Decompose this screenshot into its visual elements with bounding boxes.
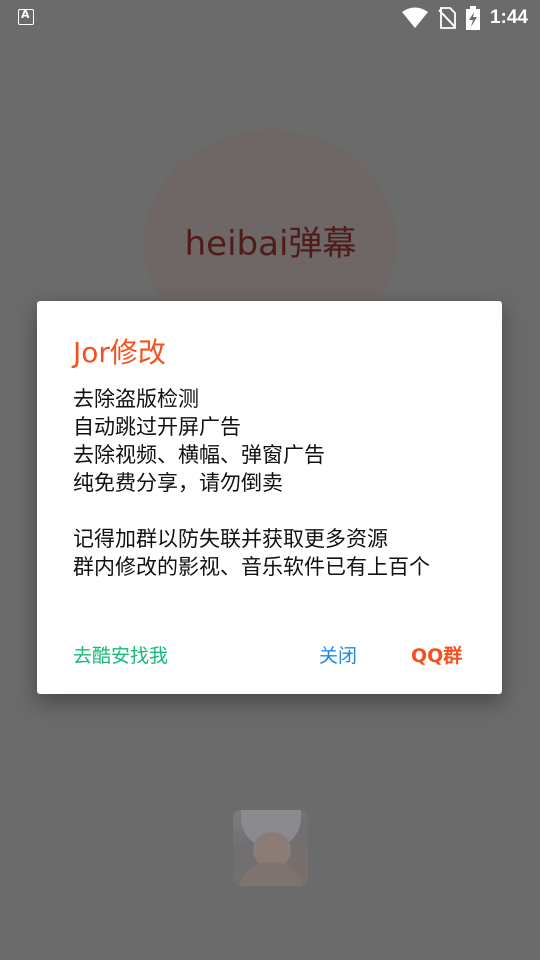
avatar-body-shape [239, 862, 303, 886]
app-logo-text: heibai弹幕 [184, 224, 357, 264]
message-line: 纯免费分享，请勿倒卖 [73, 471, 283, 495]
battery-charging-icon [465, 6, 480, 30]
notice-dialog: Jor修改 去除盗版检测 自动跳过开屏广告 去除视频、横幅、弹窗广告 纯免费分享… [37, 301, 502, 694]
clock-time: 1:44 [489, 7, 528, 28]
message-line: 群内修改的影视、音乐软件已有上百个 [73, 555, 430, 579]
message-line: 去除视频、横幅、弹窗广告 [73, 443, 325, 467]
qq-group-button[interactable]: QQ群 [411, 641, 462, 668]
message-line: 去除盗版检测 [73, 387, 199, 411]
message-line: 记得加群以防失联并获取更多资源 [73, 527, 388, 551]
anime-avatar-thumbnail[interactable] [233, 810, 308, 886]
accessibility-a-icon [18, 8, 34, 25]
dialog-message: 去除盗版检测 自动跳过开屏广告 去除视频、横幅、弹窗广告 纯免费分享，请勿倒卖 … [73, 385, 473, 581]
status-icons: 1:44 [401, 5, 528, 31]
close-button[interactable]: 关闭 [319, 641, 357, 668]
no-sim-icon [438, 7, 456, 29]
wifi-icon [401, 7, 428, 28]
status-bar: 1:44 [0, 0, 540, 36]
dialog-title: Jor修改 [73, 336, 166, 369]
message-line: 自动跳过开屏广告 [73, 415, 241, 439]
goto-coolapk-button[interactable]: 去酷安找我 [73, 641, 168, 668]
